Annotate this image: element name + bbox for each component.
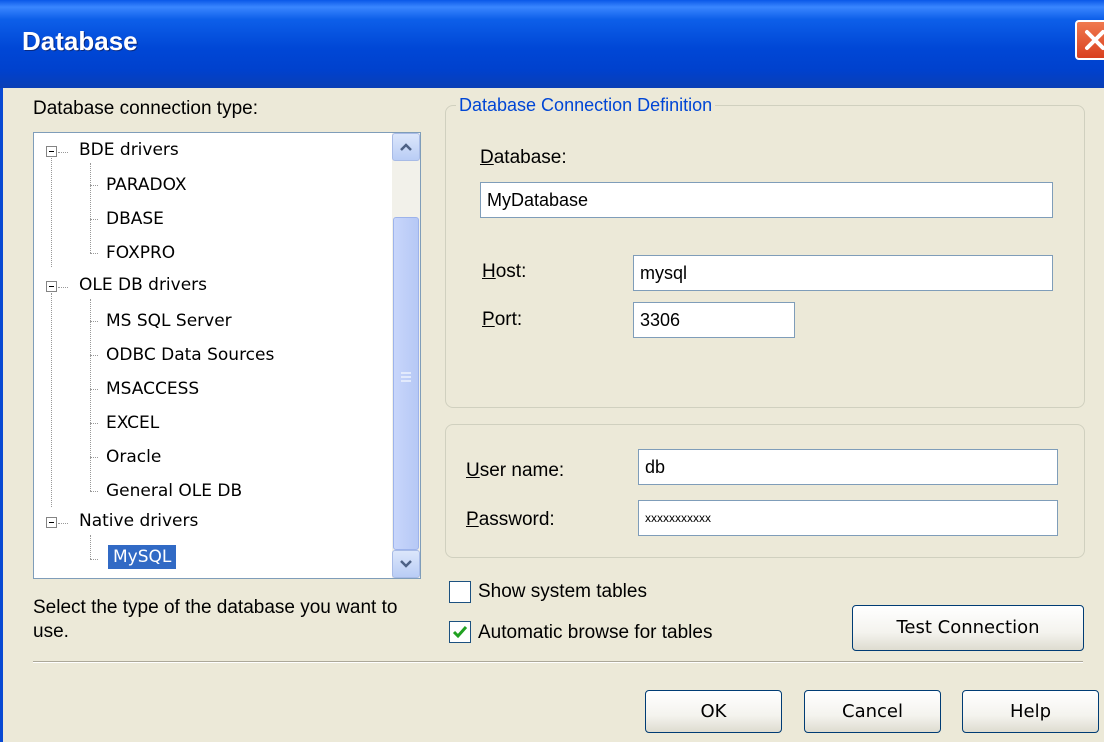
port-input[interactable]: 3306: [633, 302, 795, 338]
port-label: Port:: [482, 309, 523, 330]
ok-button[interactable]: OK: [645, 690, 782, 733]
tree-connector: [51, 158, 52, 267]
grip-icon: [401, 372, 411, 382]
password-label: Password:: [466, 509, 555, 530]
separator: [33, 661, 1083, 663]
tree-item-dbase[interactable]: DBASE: [106, 209, 164, 229]
database-input[interactable]: MyDatabase: [480, 182, 1053, 218]
tree-connector: [90, 491, 98, 492]
tree-item-mysql[interactable]: MySQL: [108, 545, 177, 569]
tree-connector: [58, 523, 68, 524]
tree-group-bde[interactable]: BDE drivers: [79, 140, 179, 160]
tree-connector: [90, 253, 98, 254]
close-icon: [1085, 30, 1104, 50]
tree-connector: [90, 457, 98, 458]
tree-group-oledb[interactable]: OLE DB drivers: [79, 275, 207, 295]
check-icon: [452, 626, 468, 639]
tree-connector: [90, 355, 98, 356]
tree-item-oracle[interactable]: Oracle: [106, 447, 161, 467]
tree-connector: [90, 299, 91, 491]
database-dialog: Database Database connection type: BDE d…: [0, 0, 1104, 742]
chevron-up-icon: [400, 143, 412, 151]
tree-connector: [58, 152, 68, 153]
collapse-icon[interactable]: [46, 281, 57, 292]
tree-item-mssql[interactable]: MS SQL Server: [106, 311, 232, 331]
user-name-input[interactable]: db: [638, 449, 1058, 485]
tree-connector: [90, 423, 98, 424]
password-input[interactable]: xxxxxxxxxxx: [638, 500, 1058, 536]
tree-connector: [90, 321, 98, 322]
tree-connector: [90, 219, 98, 220]
credentials-group: [445, 424, 1085, 558]
tree-scrollbar[interactable]: [392, 133, 420, 578]
tree-item-odbc[interactable]: ODBC Data Sources: [106, 345, 274, 365]
scroll-down-button[interactable]: [392, 550, 420, 578]
collapse-icon[interactable]: [46, 146, 57, 157]
auto-browse-label[interactable]: Automatic browse for tables: [478, 622, 712, 644]
tree-item-paradox[interactable]: PARADOX: [106, 175, 187, 195]
window-frame: [0, 88, 3, 742]
scroll-thumb[interactable]: [393, 217, 419, 550]
tree-connector: [58, 287, 68, 288]
tree-connector: [90, 185, 98, 186]
collapse-icon[interactable]: [46, 517, 57, 528]
tree-connector: [90, 535, 91, 559]
host-label: Host:: [482, 261, 527, 282]
hint-line-1: Select the type of the database you want…: [33, 597, 398, 618]
tree-item-msaccess[interactable]: MSACCESS: [106, 379, 199, 399]
hint-line-2: use.: [33, 621, 69, 642]
scroll-up-button[interactable]: [392, 133, 420, 161]
host-input[interactable]: mysql: [633, 255, 1053, 291]
tree-item-excel[interactable]: EXCEL: [106, 413, 159, 433]
help-button[interactable]: Help: [962, 690, 1099, 733]
test-connection-button[interactable]: Test Connection: [852, 605, 1084, 651]
user-name-label: User name:: [466, 460, 565, 481]
connection-definition-legend: Database Connection Definition: [456, 95, 716, 116]
title-bar[interactable]: Database: [0, 0, 1104, 88]
chevron-down-icon: [400, 560, 412, 568]
tree-connector: [90, 163, 91, 253]
database-label: Database:: [480, 147, 567, 168]
tree-group-native[interactable]: Native drivers: [79, 511, 198, 531]
show-system-tables-checkbox[interactable]: [449, 581, 471, 603]
tree-connector: [90, 389, 98, 390]
auto-browse-checkbox[interactable]: [449, 621, 471, 643]
connection-type-tree[interactable]: BDE drivers PARADOX DBASE FOXPRO OLE DB …: [33, 132, 421, 579]
tree-item-general-oledb[interactable]: General OLE DB: [106, 481, 242, 501]
tree-item-foxpro[interactable]: FOXPRO: [106, 243, 175, 263]
tree-connector: [51, 293, 52, 507]
close-button[interactable]: [1075, 20, 1104, 60]
connection-type-label: Database connection type:: [33, 98, 258, 119]
show-system-tables-label[interactable]: Show system tables: [478, 581, 647, 603]
tree-connector: [90, 559, 98, 560]
window-title: Database: [22, 26, 138, 56]
cancel-button[interactable]: Cancel: [804, 690, 941, 733]
